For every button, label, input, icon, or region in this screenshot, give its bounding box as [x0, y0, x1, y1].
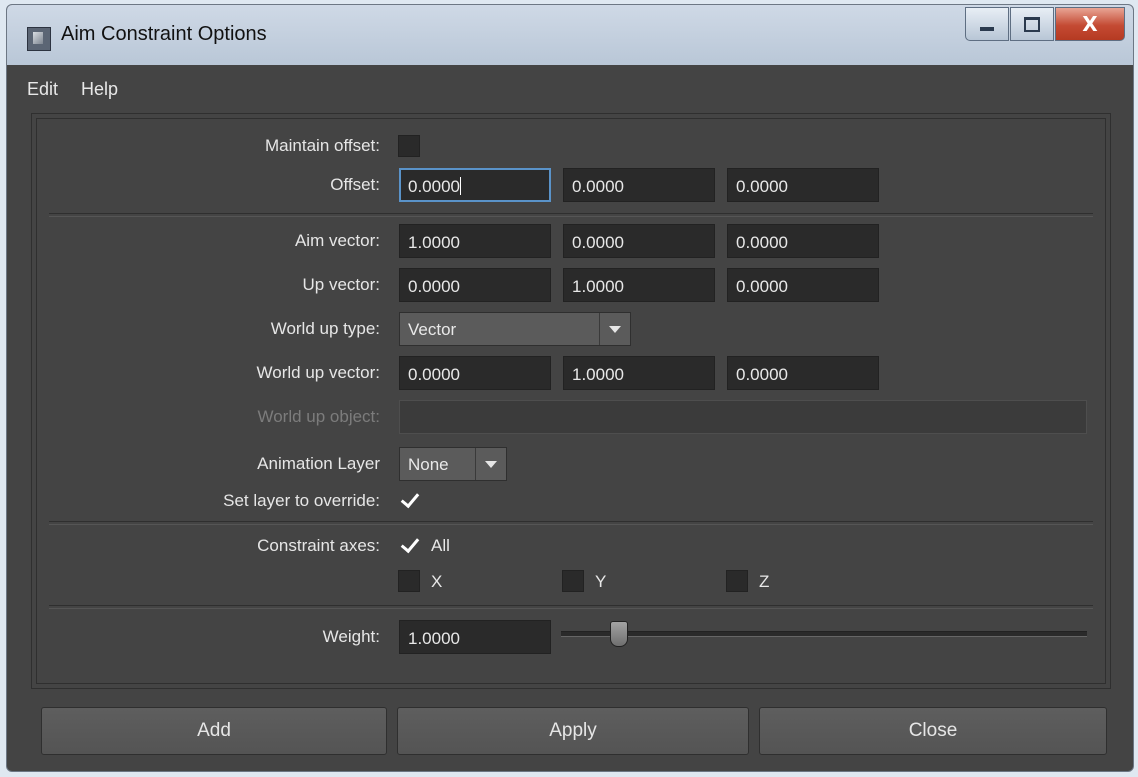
aim-vector-y-field[interactable]: 0.0000: [563, 224, 715, 258]
window-title: Aim Constraint Options: [61, 23, 267, 45]
close-icon: X: [1082, 12, 1098, 36]
minimize-button[interactable]: [965, 7, 1009, 41]
aim-constraint-options-window: Aim Constraint Options X Edit Help Maint…: [6, 4, 1134, 772]
world-up-vector-z-field[interactable]: 0.0000: [727, 356, 879, 390]
set-layer-override-label: Set layer to override:: [223, 491, 380, 510]
title-bar[interactable]: Aim Constraint Options X: [7, 5, 1133, 65]
menu-edit[interactable]: Edit: [27, 79, 58, 100]
close-button[interactable]: Close: [759, 707, 1107, 755]
maximize-button[interactable]: [1010, 7, 1054, 41]
add-button[interactable]: Add: [41, 707, 387, 755]
options-panel-inner: Maintain offset: Offset: 0.0000 0.0000 0…: [36, 118, 1106, 684]
aim-vector-x-field[interactable]: 1.0000: [399, 224, 551, 258]
constraint-axes-label: Constraint axes:: [257, 536, 380, 555]
maintain-offset-checkbox[interactable]: [398, 135, 420, 157]
menu-bar: Edit Help: [15, 65, 1125, 115]
chevron-down-icon: [599, 313, 630, 345]
aim-vector-z-field[interactable]: 0.0000: [727, 224, 879, 258]
axis-z-label: Z: [759, 572, 770, 591]
separator: [49, 521, 1093, 525]
world-up-type-dropdown[interactable]: Vector: [399, 312, 631, 346]
weight-field[interactable]: 1.0000: [399, 620, 551, 654]
set-layer-override-checkbox[interactable]: [399, 489, 421, 511]
world-up-vector-label: World up vector:: [256, 363, 380, 382]
maintain-offset-label: Maintain offset:: [265, 136, 380, 155]
options-panel: Maintain offset: Offset: 0.0000 0.0000 0…: [31, 113, 1111, 689]
weight-slider-handle[interactable]: [609, 621, 628, 647]
up-vector-y-field[interactable]: 1.0000: [563, 268, 715, 302]
separator: [49, 213, 1093, 217]
up-vector-x-field[interactable]: 0.0000: [399, 268, 551, 302]
close-window-button[interactable]: X: [1055, 7, 1125, 41]
aim-vector-label: Aim vector:: [294, 231, 380, 250]
world-up-object-field: [399, 400, 1087, 434]
world-up-type-value: Vector: [408, 320, 457, 339]
apply-button[interactable]: Apply: [397, 707, 749, 755]
world-up-vector-x-field[interactable]: 0.0000: [399, 356, 551, 390]
offset-x-field[interactable]: 0.0000: [399, 168, 551, 202]
offset-z-field[interactable]: 0.0000: [727, 168, 879, 202]
world-up-type-label: World up type:: [270, 319, 380, 338]
maya-app-icon[interactable]: [27, 27, 51, 51]
axis-x-label: X: [431, 572, 443, 591]
axis-x-checkbox[interactable]: [398, 570, 420, 592]
axis-y-checkbox[interactable]: [562, 570, 584, 592]
maximize-icon: [1024, 16, 1040, 32]
axis-z-checkbox[interactable]: [726, 570, 748, 592]
world-up-vector-y-field[interactable]: 1.0000: [563, 356, 715, 390]
up-vector-z-field[interactable]: 0.0000: [727, 268, 879, 302]
animation-layer-label: Animation Layer: [257, 454, 380, 473]
animation-layer-value: None: [408, 455, 449, 474]
separator: [49, 605, 1093, 609]
weight-slider-track[interactable]: [561, 631, 1087, 637]
axis-all-checkbox[interactable]: [399, 534, 421, 556]
world-up-object-label: World up object:: [257, 407, 380, 426]
window-controls: X: [964, 7, 1125, 43]
animation-layer-dropdown[interactable]: None: [399, 447, 507, 481]
menu-help[interactable]: Help: [81, 79, 118, 100]
offset-label: Offset:: [330, 175, 380, 194]
up-vector-label: Up vector:: [302, 275, 380, 294]
weight-label: Weight:: [322, 627, 380, 646]
offset-y-field[interactable]: 0.0000: [563, 168, 715, 202]
axis-y-label: Y: [595, 572, 607, 591]
minimize-icon: [980, 27, 994, 31]
chevron-down-icon: [475, 448, 506, 480]
axis-all-label: All: [431, 536, 450, 555]
